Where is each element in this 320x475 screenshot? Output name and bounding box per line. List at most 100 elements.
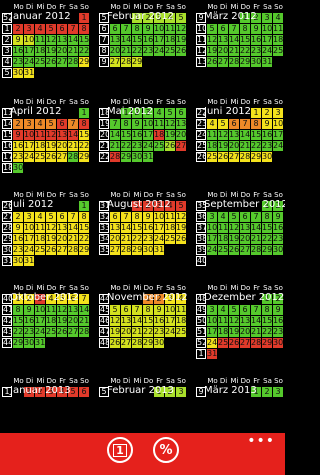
day-cell[interactable]: 17 — [35, 316, 45, 326]
day-cell[interactable]: 25 — [165, 46, 175, 56]
day-cell[interactable]: 31 — [24, 256, 34, 266]
day-cell[interactable]: 10 — [165, 305, 175, 315]
day-cell[interactable]: 14 — [110, 130, 120, 140]
day-cell[interactable]: 10 — [154, 212, 164, 222]
day-cell[interactable]: 25 — [273, 46, 283, 56]
day-cell[interactable]: 24 — [154, 46, 164, 56]
day-cell[interactable]: 30 — [13, 68, 23, 78]
day-cell[interactable]: 20 — [176, 130, 186, 140]
day-cell[interactable]: 2 — [13, 119, 23, 129]
day-cell[interactable]: 20 — [57, 141, 67, 151]
day-cell[interactable]: 25 — [165, 234, 175, 244]
day-cell[interactable]: 30 — [251, 57, 261, 67]
day-cell[interactable]: 27 — [240, 338, 250, 348]
day-cell[interactable]: 23 — [13, 245, 23, 255]
day-cell[interactable]: 8 — [240, 24, 250, 34]
day-cell[interactable]: 28 — [79, 327, 89, 337]
day-cell[interactable]: 14 — [121, 35, 131, 45]
day-cell[interactable]: 30 — [143, 245, 153, 255]
day-cell[interactable]: 8 — [79, 212, 89, 222]
day-cell[interactable]: 16 — [13, 141, 23, 151]
day-cell[interactable]: 17 — [24, 234, 34, 244]
day-cell[interactable]: 22 — [262, 234, 272, 244]
day-cell[interactable]: 11 — [35, 130, 45, 140]
day-cell[interactable]: 10 — [35, 305, 45, 315]
day-cell[interactable]: 13 — [121, 316, 131, 326]
day-cell[interactable]: 26 — [176, 46, 186, 56]
day-cell[interactable]: 31 — [143, 152, 153, 162]
day-cell[interactable]: 10 — [143, 119, 153, 129]
day-cell[interactable]: 30 — [132, 152, 142, 162]
day-cell[interactable]: 14 — [240, 130, 250, 140]
day-cell[interactable]: 29 — [79, 245, 89, 255]
day-cell[interactable]: 12 — [229, 223, 239, 233]
day-cell[interactable]: 6 — [240, 212, 250, 222]
day-cell[interactable]: 6 — [218, 24, 228, 34]
day-cell[interactable]: 19 — [57, 316, 67, 326]
day-cell[interactable]: 17 — [207, 234, 217, 244]
day-cell[interactable]: 23 — [24, 327, 34, 337]
day-cell[interactable]: 11 — [165, 24, 175, 34]
day-cell[interactable]: 18 — [35, 46, 45, 56]
day-cell[interactable]: 17 — [154, 223, 164, 233]
day-cell[interactable]: 12 — [176, 24, 186, 34]
day-cell[interactable]: 9 — [262, 119, 272, 129]
day-cell[interactable]: 15 — [132, 35, 142, 45]
day-cell[interactable]: 29 — [262, 245, 272, 255]
day-cell[interactable]: 13 — [68, 305, 78, 315]
day-cell[interactable]: 9 — [251, 24, 261, 34]
day-cell[interactable]: 19 — [229, 234, 239, 244]
day-cell[interactable]: 5 — [176, 201, 186, 211]
day-cell[interactable]: 2 — [13, 24, 23, 34]
day-cell[interactable]: 30 — [262, 152, 272, 162]
day-cell[interactable]: 30 — [13, 163, 23, 173]
day-cell[interactable]: 31 — [154, 245, 164, 255]
day-cell[interactable]: 22 — [79, 234, 89, 244]
day-cell[interactable]: 4 — [35, 119, 45, 129]
day-cell[interactable]: 9 — [132, 119, 142, 129]
day-cell[interactable]: 19 — [165, 130, 175, 140]
day-cell[interactable]: 27 — [57, 245, 67, 255]
day-cell[interactable]: 2 — [262, 387, 272, 397]
day-cell[interactable]: 11 — [35, 35, 45, 45]
day-cell[interactable]: 11 — [176, 305, 186, 315]
day-cell[interactable]: 5 — [110, 305, 120, 315]
day-cell[interactable]: 4 — [35, 212, 45, 222]
day-cell[interactable]: 17 — [154, 35, 164, 45]
day-cell[interactable]: 4 — [218, 212, 228, 222]
day-cell[interactable]: 25 — [176, 327, 186, 337]
calendar-today-button[interactable]: 1 — [107, 437, 133, 463]
day-cell[interactable]: 28 — [68, 152, 78, 162]
day-cell[interactable]: 24 — [262, 46, 272, 56]
day-cell[interactable]: 30 — [13, 256, 23, 266]
day-cell[interactable]: 19 — [46, 46, 56, 56]
day-cell[interactable]: 18 — [46, 316, 56, 326]
day-cell[interactable]: 24 — [165, 327, 175, 337]
day-cell[interactable]: 7 — [132, 305, 142, 315]
day-cell[interactable]: 15 — [262, 223, 272, 233]
day-cell[interactable]: 14 — [251, 223, 261, 233]
day-cell[interactable]: 2 — [13, 212, 23, 222]
day-cell[interactable]: 15 — [13, 316, 23, 326]
day-cell[interactable]: 12 — [229, 316, 239, 326]
day-cell[interactable]: 24 — [154, 234, 164, 244]
day-cell[interactable]: 19 — [218, 141, 228, 151]
day-cell[interactable]: 3 — [176, 387, 186, 397]
day-cell[interactable]: 12 — [57, 305, 67, 315]
day-cell[interactable]: 18 — [35, 141, 45, 151]
day-cell[interactable]: 10 — [24, 223, 34, 233]
day-cell[interactable]: 22 — [262, 327, 272, 337]
day-cell[interactable]: 26 — [229, 245, 239, 255]
day-cell[interactable]: 21 — [240, 141, 250, 151]
day-cell[interactable]: 5 — [218, 119, 228, 129]
day-cell[interactable]: 28 — [68, 57, 78, 67]
day-cell[interactable]: 14 — [132, 316, 142, 326]
day-cell[interactable]: 12 — [207, 35, 217, 45]
day-cell[interactable]: 3 — [207, 305, 217, 315]
day-cell[interactable]: 28 — [121, 57, 131, 67]
day-cell[interactable]: 12 — [176, 212, 186, 222]
day-cell[interactable]: 3 — [24, 119, 34, 129]
day-cell[interactable]: 6 — [240, 305, 250, 315]
day-cell[interactable]: 26 — [57, 327, 67, 337]
day-cell[interactable]: 30 — [273, 338, 283, 348]
